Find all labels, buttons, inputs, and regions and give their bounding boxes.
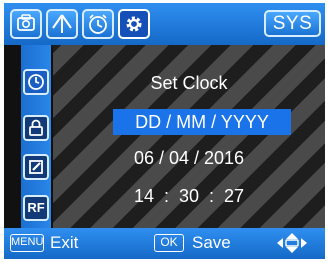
page-title: Set Clock xyxy=(150,73,228,93)
settings-panel: RF Set Clock DD / MM / YYYY 06 / 04 / 20… xyxy=(4,45,325,228)
lcd-screen: SYS RF Set Clock DD / MM / YYYY 06 / 04 … xyxy=(4,3,325,259)
tab-trail[interactable] xyxy=(46,9,78,39)
sys-tab[interactable]: SYS xyxy=(264,10,321,37)
edit-icon xyxy=(29,160,43,174)
tab-camera[interactable] xyxy=(10,9,42,39)
tab-settings[interactable] xyxy=(118,9,150,39)
date-value-field[interactable]: 06 / 04 / 2016 xyxy=(53,148,325,169)
bottom-hint-bar: MENU Exit OK Save xyxy=(4,228,325,259)
time-value-field[interactable]: 14 : 30 : 27 xyxy=(53,186,325,207)
timer-icon xyxy=(89,14,107,34)
menu-key-badge: MENU xyxy=(10,234,44,252)
device-bezel: SYS RF Set Clock DD / MM / YYYY 06 / 04 … xyxy=(0,0,329,262)
ok-key-badge: OK xyxy=(154,234,184,252)
exit-label[interactable]: Exit xyxy=(50,231,78,255)
sidebar-item-edit[interactable] xyxy=(23,154,49,180)
sidebar-item-clock[interactable] xyxy=(23,69,49,95)
four-way-arrows-icon xyxy=(277,233,307,253)
sidebar: RF xyxy=(4,45,53,228)
camera-icon xyxy=(17,14,35,31)
tree-icon xyxy=(52,14,72,33)
gear-icon xyxy=(126,16,142,32)
top-tab-bar: SYS xyxy=(4,3,325,45)
sidebar-item-password[interactable] xyxy=(23,115,49,141)
tab-timer[interactable] xyxy=(82,9,114,39)
date-format-field[interactable]: DD / MM / YYYY xyxy=(113,109,291,135)
lock-icon xyxy=(29,119,43,136)
sidebar-item-rf[interactable]: RF xyxy=(23,195,49,221)
clock-icon xyxy=(28,74,44,90)
save-label[interactable]: Save xyxy=(192,231,231,255)
